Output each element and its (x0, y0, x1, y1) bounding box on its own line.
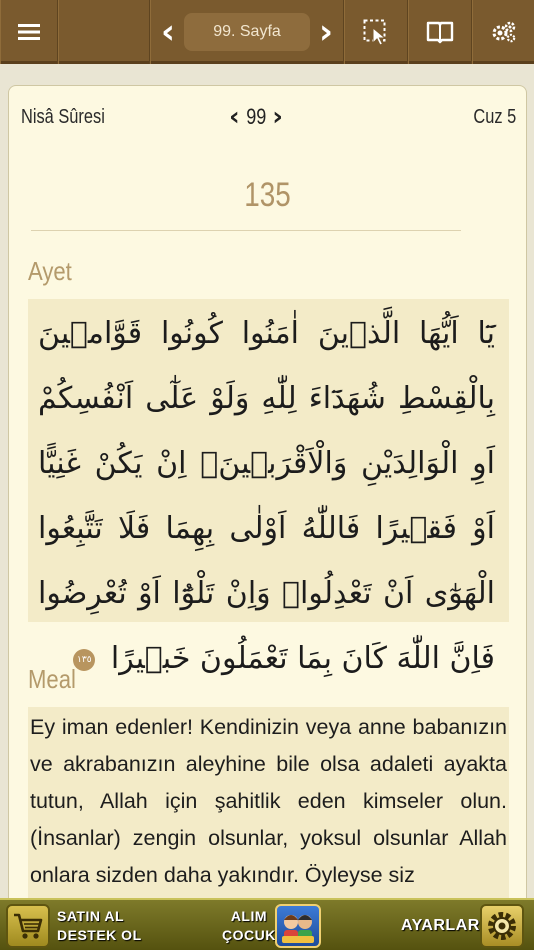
selection-button[interactable] (344, 0, 408, 64)
gears-icon (492, 21, 515, 43)
app-root: ‹ 99. Sayfa › Nisâ Sûresi ‹ 99 › Cuz 5 1… (0, 0, 534, 950)
prev-page-button[interactable]: ‹ (155, 15, 181, 49)
settings-label[interactable]: AYARLAR (401, 916, 480, 935)
card-page-nav: ‹ 99 › (229, 102, 283, 132)
ayah-end-marker: ١٣٥ (73, 648, 96, 671)
book-icon (426, 21, 454, 44)
arabic-verse: يَٓا اَيُّهَا الَّذٖينَ اٰمَنُوا كُونُوا… (38, 316, 495, 676)
ayah-card: Nisâ Sûresi ‹ 99 › Cuz 5 135 Ayet يَٓا ا… (8, 85, 527, 915)
toolbar-spacer (58, 0, 150, 64)
hamburger-icon (18, 24, 40, 40)
page-indicator[interactable]: 99. Sayfa (184, 13, 310, 51)
cuz-label: Cuz 5 (473, 106, 516, 128)
next-page-button[interactable]: › (313, 15, 339, 49)
buy-line-2: DESTEK OL (57, 927, 142, 943)
divider (31, 230, 461, 231)
card-page-number: 99 (245, 104, 266, 129)
card-prev-button[interactable]: ‹ (229, 102, 240, 132)
banner-settings-button[interactable] (480, 904, 524, 948)
alim-line-1: ALIM (230, 908, 268, 924)
buy-label[interactable]: SATIN AL DESTEK OL (57, 907, 142, 945)
alim-line-2: ÇOCUK (222, 927, 276, 943)
arabic-text[interactable]: يَٓا اَيُّهَا الَّذٖينَ اٰمَنُوا كُونُوا… (28, 299, 509, 676)
menu-button[interactable] (0, 0, 58, 64)
buy-button[interactable] (6, 904, 50, 948)
card-header: Nisâ Sûresi ‹ 99 › Cuz 5 (9, 86, 526, 146)
card-next-button[interactable]: › (272, 102, 283, 132)
select-cursor-icon (363, 19, 387, 45)
cart-icon (14, 913, 43, 939)
reading-mode-button[interactable] (408, 0, 472, 64)
bottom-banner: SATIN AL DESTEK OL ALIM ÇOCUK AYARLAR (0, 898, 534, 950)
ayah-number: 135 (244, 176, 291, 214)
kids-characters-icon (282, 915, 314, 943)
ayet-section-title: Ayet (28, 256, 72, 286)
meal-section-title: Meal (28, 664, 76, 694)
alim-cocuk-label[interactable]: ALIM ÇOCUK (222, 907, 276, 945)
settings-button[interactable] (472, 0, 534, 64)
page-navigator: ‹ 99. Sayfa › (150, 0, 344, 64)
meal-text[interactable]: Ey iman edenler! Kendinizin veya anne ba… (28, 707, 509, 914)
top-toolbar: ‹ 99. Sayfa › (0, 0, 534, 64)
buy-line-1: SATIN AL (57, 908, 124, 924)
sure-name: Nisâ Sûresi (21, 106, 105, 128)
gear-icon (488, 912, 516, 940)
alim-cocuk-app-icon[interactable] (275, 904, 321, 948)
